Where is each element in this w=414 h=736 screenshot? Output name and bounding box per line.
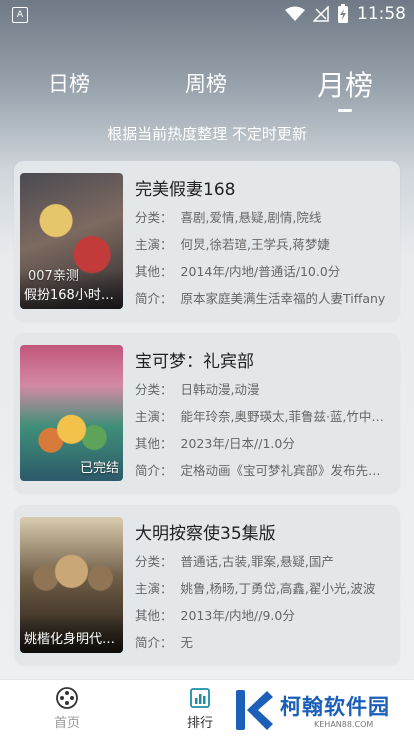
cast-value: 姚鲁,杨旸,丁勇岱,高鑫,翟小光,波波 (180, 581, 376, 596)
intro-label: 简介： (135, 463, 173, 478)
cast-value: 能年玲奈,奥野瑛太,菲鲁兹·蓝,竹中直人 (180, 409, 387, 424)
item-category: 分类： 普通话,古装,罪案,悬疑,国产 (135, 551, 387, 570)
intro-value: 无 (180, 635, 194, 650)
tab-daily[interactable]: 日榜 (48, 68, 90, 98)
active-tab-indicator (338, 109, 352, 112)
item-category: 分类： 日韩动漫,动漫 (135, 379, 387, 398)
watermark-logo: 柯翰软件园 KEHAN88.COM (222, 686, 414, 736)
nav-home[interactable]: 首页 (54, 686, 80, 731)
item-intro: 简介： 定格动画《宝可梦礼宾部》发布先导预告 (135, 460, 387, 479)
kehan-logo-icon (236, 690, 273, 730)
poster-badge: 已完结 (80, 461, 120, 476)
intro-label: 简介： (135, 635, 173, 650)
tab-daily-label: 日榜 (48, 72, 90, 96)
watermark-url: KEHAN88.COM (314, 720, 374, 729)
intro-value: 定格动画《宝可梦礼宾部》发布先导预告 (180, 463, 387, 478)
poster-caption: 姚楷化身明代… (20, 614, 123, 653)
tab-monthly[interactable]: 月榜 (317, 64, 374, 112)
signal-icon (313, 6, 329, 22)
tab-weekly-label: 周榜 (185, 72, 227, 96)
film-reel-icon (56, 687, 78, 709)
list-item[interactable]: 姚楷化身明代… 大明按察使35集版 分类： 普通话,古装,罪案,悬疑,国产 主演：… (14, 505, 400, 665)
chart-icon (190, 688, 210, 708)
wifi-icon (285, 6, 305, 21)
other-label: 其他： (135, 608, 173, 623)
category-value: 喜剧,爱情,悬疑,剧情,院线 (180, 210, 322, 225)
category-label: 分类： (135, 210, 173, 225)
item-intro: 简介： 无 (135, 632, 387, 651)
nav-ranking-label: 排行 (187, 716, 214, 731)
item-category: 分类： 喜剧,爱情,悬疑,剧情,院线 (135, 207, 387, 226)
other-value: 2013年/内地//9.0分 (180, 608, 295, 623)
item-intro: 简介： 原本家庭美满生活幸福的人妻Tiffany (135, 288, 387, 307)
item-other: 其他： 2013年/内地//9.0分 (135, 605, 387, 624)
other-value: 2023年/日本//1.0分 (180, 436, 295, 451)
category-value: 日韩动漫,动漫 (180, 382, 260, 397)
status-bar: A 11:58 (0, 0, 414, 30)
ranking-tabs: 日榜 周榜 月榜 (0, 68, 414, 112)
tab-monthly-label: 月榜 (317, 69, 374, 102)
poster-caption: 假扮168小时夫… (20, 270, 123, 309)
item-other: 其他： 2014年/内地/普通话/10.0分 (135, 261, 387, 280)
list-item[interactable]: 已完结 宝可梦：礼宾部 分类： 日韩动漫,动漫 主演： 能年玲奈,奥野瑛太,菲鲁兹·… (14, 333, 400, 493)
cast-label: 主演： (135, 581, 173, 596)
app-indicator-icon: A (12, 7, 28, 23)
item-cast: 主演： 姚鲁,杨旸,丁勇岱,高鑫,翟小光,波波 (135, 578, 387, 597)
other-label: 其他： (135, 436, 173, 451)
item-title: 宝可梦：礼宾部 (135, 352, 254, 372)
cast-label: 主演： (135, 409, 173, 424)
item-title: 完美假妻168 (135, 180, 236, 200)
cast-label: 主演： (135, 237, 173, 252)
category-label: 分类： (135, 382, 173, 397)
item-title: 大明按察使35集版 (135, 524, 276, 544)
poster-image: 姚楷化身明代… (20, 517, 123, 653)
list-item[interactable]: 007亲测 假扮168小时夫… 完美假妻168 分类： 喜剧,爱情,悬疑,剧情,院… (14, 161, 400, 321)
ranking-subtitle: 根据当前热度整理 不定时更新 (107, 125, 307, 143)
item-other: 其他： 2023年/日本//1.0分 (135, 433, 387, 452)
item-cast: 主演： 何炅,徐若瑄,王学兵,蒋梦婕 (135, 234, 387, 253)
item-cast: 主演： 能年玲奈,奥野瑛太,菲鲁兹·蓝,竹中直人 (135, 406, 387, 425)
other-value: 2014年/内地/普通话/10.0分 (180, 264, 341, 279)
watermark-name: 柯翰软件园 (280, 695, 390, 719)
battery-charging-icon (338, 4, 348, 23)
nav-ranking[interactable]: 排行 (187, 686, 213, 731)
nav-home-label: 首页 (54, 716, 81, 731)
tab-weekly[interactable]: 周榜 (185, 68, 227, 98)
poster-image: 已完结 (20, 345, 123, 481)
cast-value: 何炅,徐若瑄,王学兵,蒋梦婕 (180, 237, 330, 252)
intro-value: 原本家庭美满生活幸福的人妻Tiffany (180, 291, 386, 306)
intro-label: 简介： (135, 291, 173, 306)
status-time: 11:58 (357, 4, 406, 24)
poster-image: 007亲测 假扮168小时夫… (20, 173, 123, 309)
category-value: 普通话,古装,罪案,悬疑,国产 (180, 554, 334, 569)
other-label: 其他： (135, 264, 173, 279)
category-label: 分类： (135, 554, 173, 569)
